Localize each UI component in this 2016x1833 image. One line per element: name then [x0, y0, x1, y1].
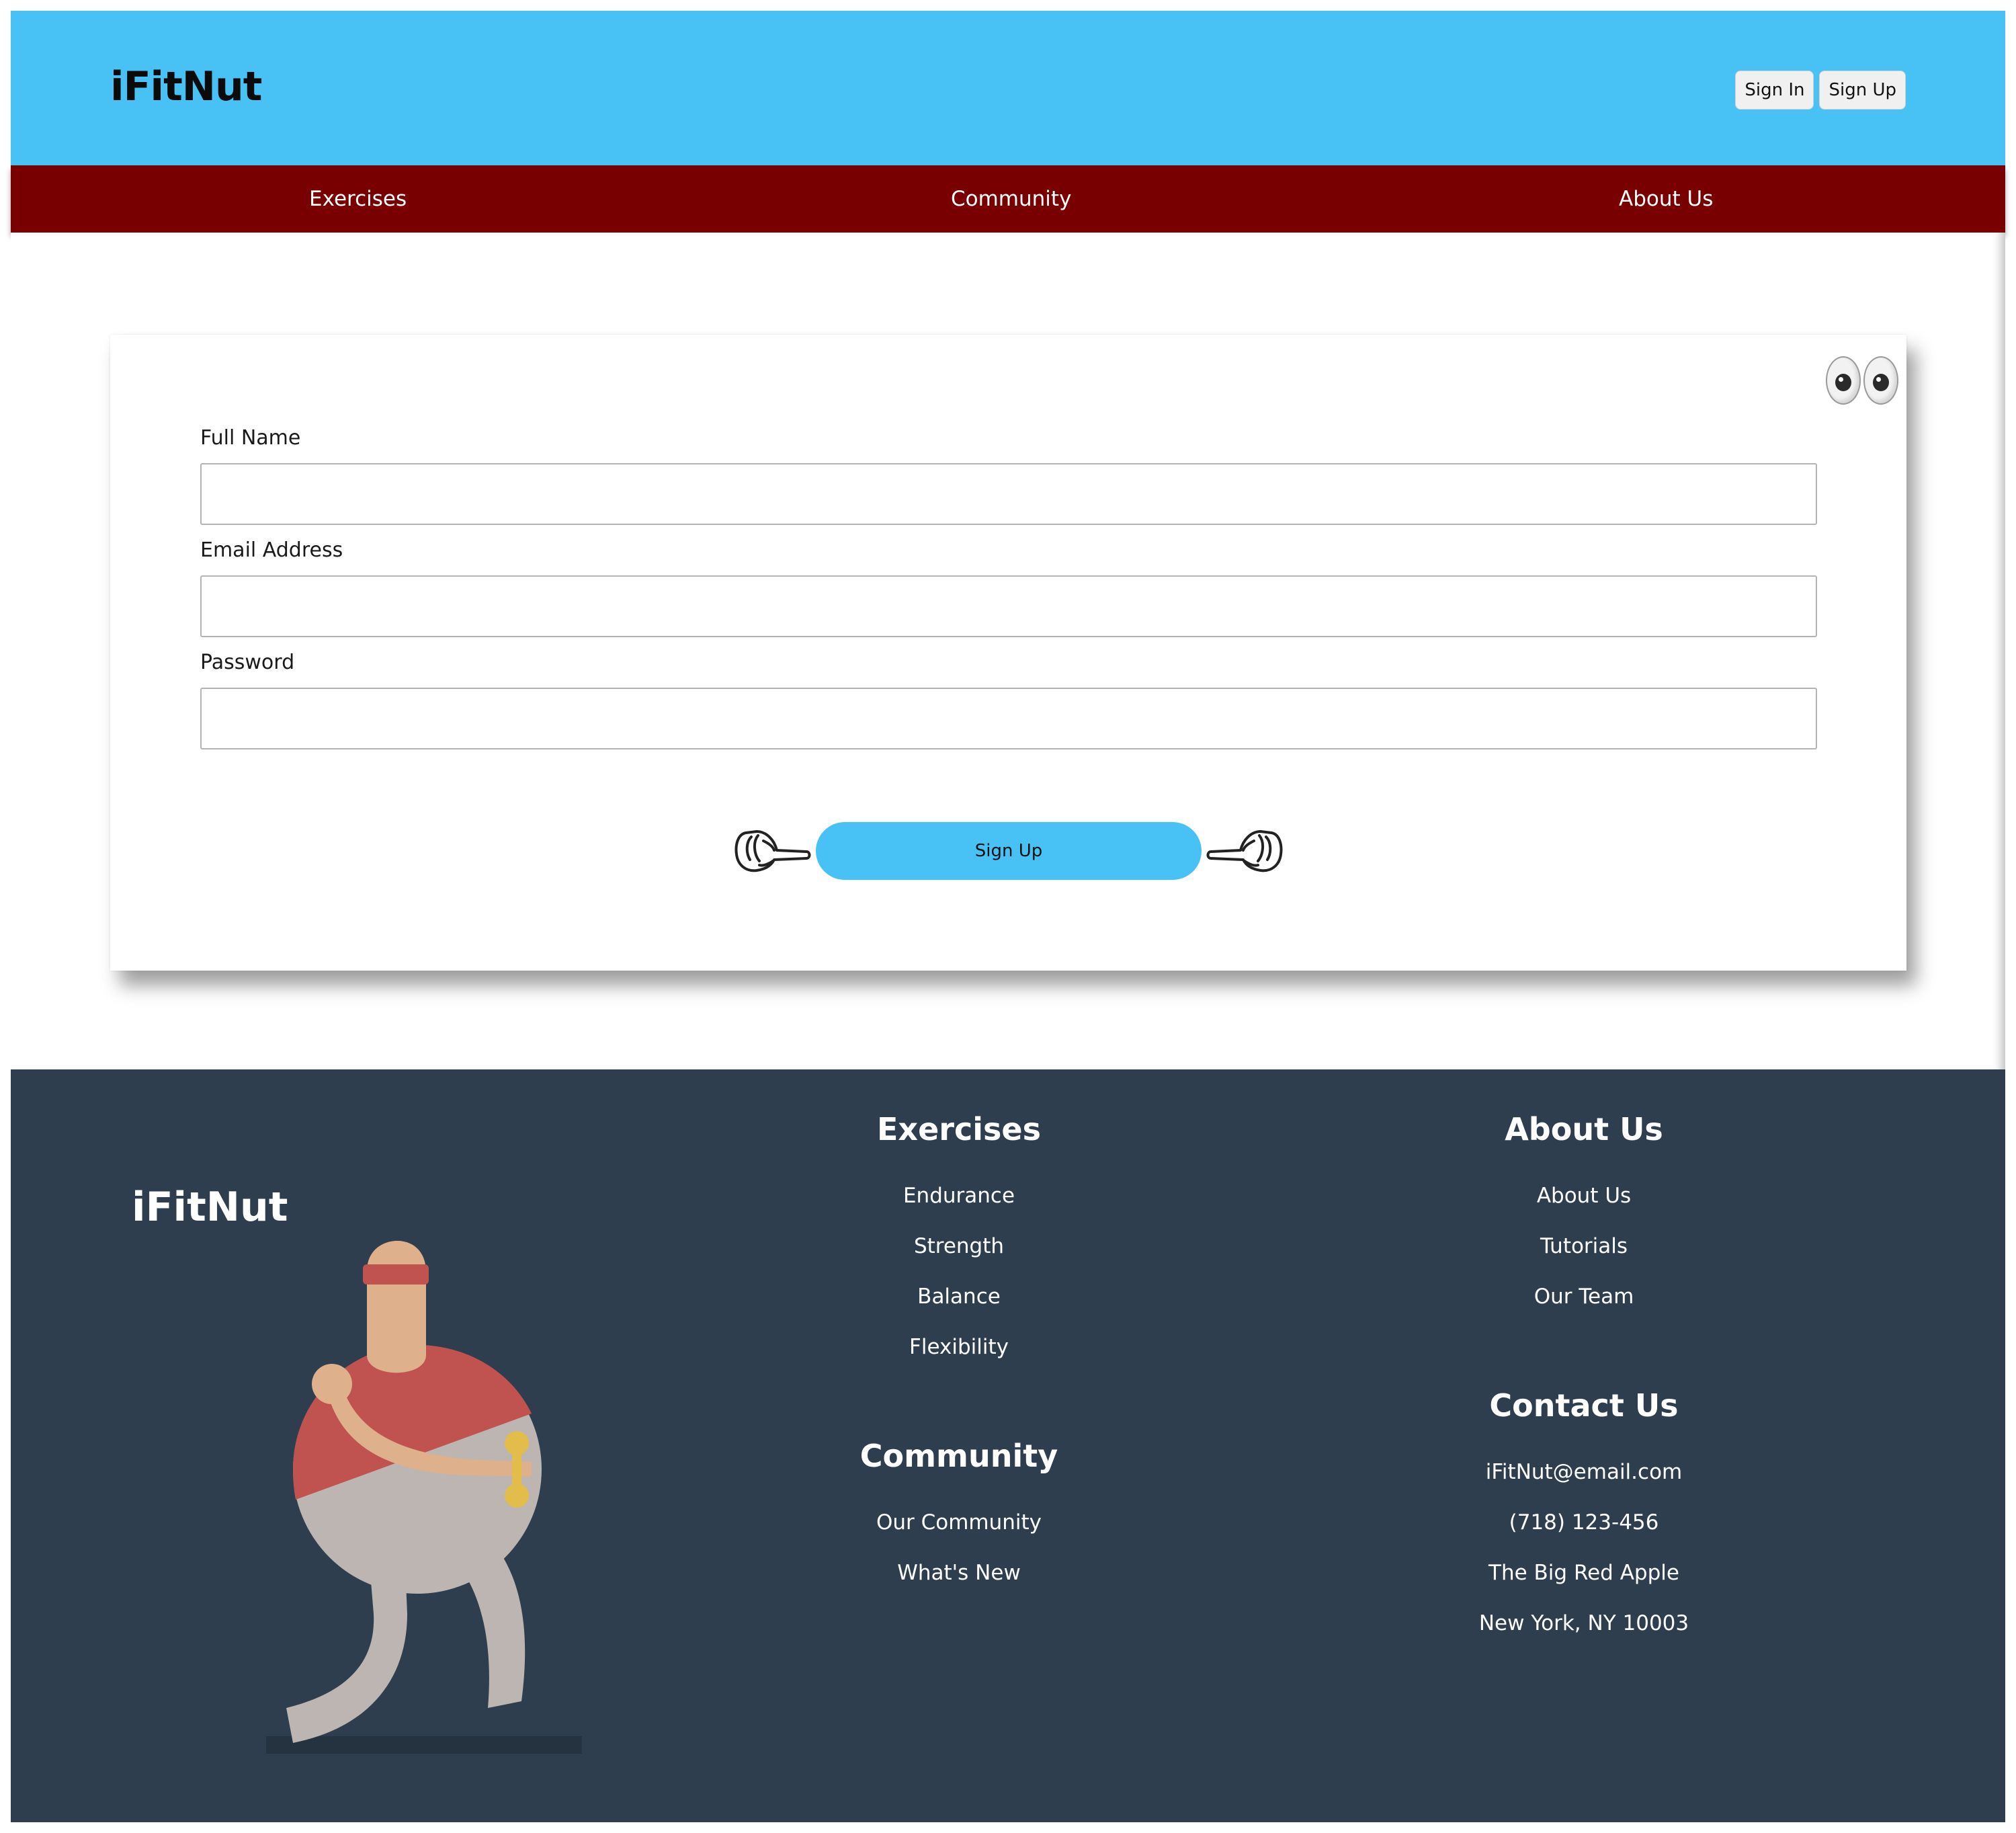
main-content: Full Name Email Address Password Sign Up	[11, 233, 2005, 1069]
footer-link-our-team[interactable]: Our Team	[1466, 1285, 1702, 1309]
page-frame: iFitNut Sign In Sign Up Exercises Commun…	[11, 11, 2005, 1822]
password-input[interactable]	[200, 688, 1817, 749]
pointing-right-hand-icon	[734, 830, 811, 872]
nav-item-about-us[interactable]: About Us	[1619, 165, 1713, 233]
footer-logo[interactable]: iFitNut	[132, 1184, 288, 1231]
sign-up-button[interactable]: Sign Up	[1819, 71, 1906, 110]
sign-in-button[interactable]: Sign In	[1735, 71, 1814, 110]
footer-link-whats-new[interactable]: What's New	[841, 1561, 1077, 1585]
footer-link-our-community[interactable]: Our Community	[841, 1510, 1077, 1535]
main-nav: Exercises Community About Us	[11, 165, 2005, 233]
footer-exercises-heading: Exercises	[877, 1111, 1041, 1147]
eyes-icon	[1826, 356, 1898, 405]
password-label: Password	[200, 651, 295, 674]
nav-item-exercises[interactable]: Exercises	[309, 165, 407, 233]
footer-contact-email[interactable]: iFitNut@email.com	[1466, 1460, 1702, 1484]
footer-link-about-us[interactable]: About Us	[1466, 1184, 1702, 1208]
auth-buttons: Sign In Sign Up	[1735, 71, 1906, 110]
site-logo[interactable]: iFitNut	[110, 63, 262, 110]
signup-form-card: Full Name Email Address Password Sign Up	[110, 335, 1906, 971]
footer-link-tutorials[interactable]: Tutorials	[1466, 1234, 1702, 1258]
footer: iFitNut Exercises Endurance Strength Bal…	[11, 1069, 2005, 1822]
footer-contact-address-line2: New York, NY 10003	[1478, 1611, 1689, 1635]
right-eye	[1863, 356, 1898, 405]
fitness-character-illustration	[266, 1241, 582, 1754]
full-name-label: Full Name	[200, 426, 301, 450]
email-label: Email Address	[200, 538, 343, 562]
footer-link-endurance[interactable]: Endurance	[841, 1184, 1077, 1208]
footer-link-balance[interactable]: Balance	[841, 1285, 1077, 1309]
sign-up-submit-button[interactable]: Sign Up	[816, 822, 1202, 880]
nav-item-community[interactable]: Community	[951, 165, 1071, 233]
footer-contact-phone: (718) 123-456	[1509, 1510, 1659, 1535]
email-input[interactable]	[200, 575, 1817, 637]
header: iFitNut Sign In Sign Up	[11, 11, 2005, 165]
footer-about-heading: About Us	[1505, 1111, 1663, 1147]
footer-community-heading: Community	[859, 1438, 1058, 1474]
full-name-input[interactable]	[200, 463, 1817, 525]
submit-row: Sign Up	[110, 822, 1906, 880]
footer-link-strength[interactable]: Strength	[841, 1234, 1077, 1258]
footer-contact-address-line1: The Big Red Apple	[1488, 1561, 1679, 1585]
footer-link-flexibility[interactable]: Flexibility	[841, 1335, 1077, 1359]
left-eye	[1826, 356, 1861, 405]
footer-contact-heading: Contact Us	[1489, 1387, 1679, 1424]
pointing-left-hand-icon	[1206, 830, 1283, 872]
